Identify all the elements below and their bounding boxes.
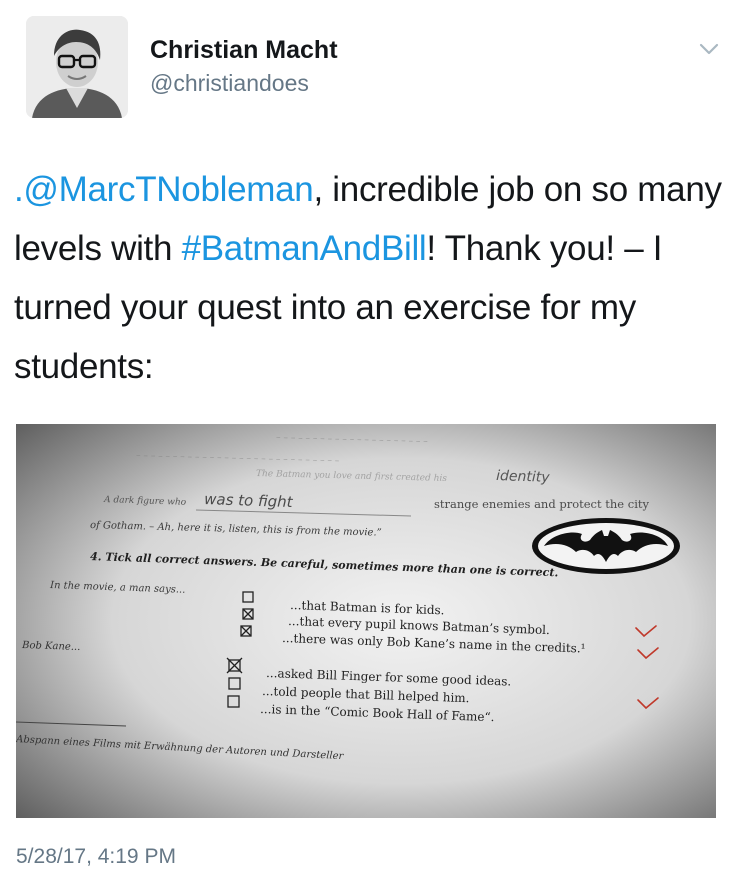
tweet-header: Christian Macht @christiandoes xyxy=(16,14,724,120)
avatar-photo xyxy=(26,16,128,118)
author-name[interactable]: Christian Macht xyxy=(150,36,338,65)
hashtag-link[interactable]: #BatmanAndBill xyxy=(182,229,427,268)
mention-link[interactable]: .@MarcTNobleman xyxy=(14,170,314,209)
worksheet-line-suffix: strange enemies and protect the city xyxy=(434,497,650,511)
tweet-photo[interactable]: – – – – – – – – – – – – – – – – – – – – … xyxy=(16,424,716,818)
handwritten-answer: identity xyxy=(496,468,551,486)
bob-label: Bob Kane... xyxy=(21,640,81,653)
worksheet-image: – – – – – – – – – – – – – – – – – – – – … xyxy=(16,424,716,818)
author-handle[interactable]: @christiandoes xyxy=(150,70,309,97)
avatar[interactable] xyxy=(26,16,128,118)
chevron-down-icon[interactable] xyxy=(698,38,720,60)
tweet-timestamp[interactable]: 5/28/17, 4:19 PM xyxy=(16,845,176,869)
handwritten-answer: was to fight xyxy=(204,490,294,511)
tweet-text: .@MarcTNobleman, incredible job on so ma… xyxy=(14,160,726,396)
